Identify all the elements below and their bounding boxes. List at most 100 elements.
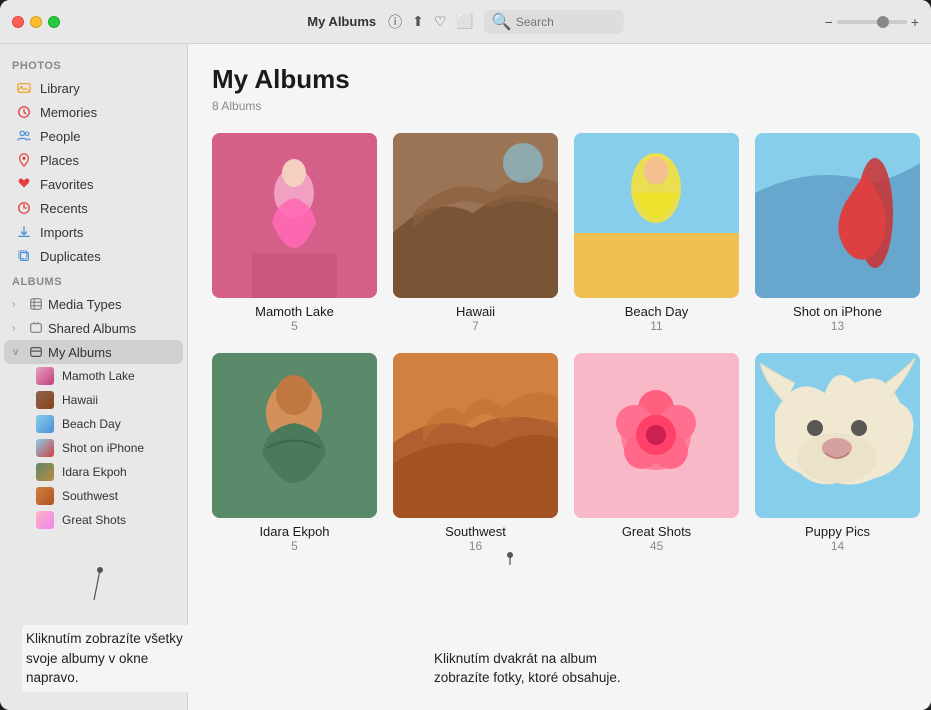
imports-icon [16,224,32,240]
chevron-right-icon: › [12,323,24,334]
sidebar-item-label: Imports [40,225,83,240]
album-count: 5 [291,539,298,553]
album-thumb-mamoth [212,133,377,298]
album-thumbnail-southwest [36,487,54,505]
album-count: 14 [831,539,844,553]
album-beach-day[interactable]: Beach Day 11 [574,133,739,333]
media-types-icon [28,296,44,312]
info-icon[interactable]: ⓘ [388,12,402,32]
sidebar-item-people[interactable]: People [4,124,183,148]
minimize-button[interactable] [30,16,42,28]
zoom-track[interactable] [837,20,907,24]
sidebar-subitem-hawaii[interactable]: Hawaii [4,388,183,412]
album-name: Idara Ekpoh [259,524,329,539]
album-name: Shot on iPhone [793,304,882,319]
sidebar-subitem-shot-on-iphone[interactable]: Shot on iPhone [4,436,183,460]
search-icon: 🔍 [492,12,512,32]
window-title: My Albums [307,14,376,29]
album-name: Great Shots [622,524,691,539]
sidebar-subitem-label: Southwest [62,489,118,503]
favorites-icon [16,176,32,192]
sidebar-item-recents[interactable]: Recents [4,196,183,220]
sidebar-item-label: People [40,129,80,144]
titlebar: − + My Albums ⓘ ⬆ ♡ ⬜ 🔍 [0,0,931,44]
search-input[interactable] [516,15,616,29]
people-icon [16,128,32,144]
sidebar-subitem-beach-day[interactable]: Beach Day [4,412,183,436]
chevron-right-icon: › [12,299,24,310]
sidebar-subitem-label: Shot on iPhone [62,441,144,455]
duplicates-icon [16,248,32,264]
album-thumb-hawaii [393,133,558,298]
zoom-in-button[interactable]: + [911,14,919,30]
albums-grid: Mamoth Lake 5 Hawaii [212,133,907,553]
album-southwest[interactable]: Southwest 16 [393,353,558,553]
sidebar-subitem-great-shots[interactable]: Great Shots [4,508,183,532]
sidebar-group-label: My Albums [48,345,112,360]
sidebar-subitem-southwest[interactable]: Southwest [4,484,183,508]
sidebar-item-label: Places [40,153,79,168]
sidebar-item-favorites[interactable]: Favorites [4,172,183,196]
close-button[interactable] [12,16,24,28]
photos-section-label: Photos [0,52,187,76]
album-thumb-idara [212,353,377,518]
album-great-shots[interactable]: Great Shots 45 [574,353,739,553]
sidebar-subitem-label: Hawaii [62,393,98,407]
album-mamoth-lake[interactable]: Mamoth Lake 5 [212,133,377,333]
sidebar-item-label: Duplicates [40,249,101,264]
sidebar-item-label: Library [40,81,80,96]
places-icon [16,152,32,168]
album-thumbnail-idara [36,463,54,481]
album-count: 7 [472,319,479,333]
sidebar-item-label: Memories [40,105,97,120]
crop-icon[interactable]: ⬜ [456,13,473,30]
album-thumb-southwest [393,353,558,518]
album-shot-on-iphone[interactable]: Shot on iPhone 13 [755,133,920,333]
sidebar-item-label: Recents [40,201,88,216]
recents-icon [16,200,32,216]
sidebar-subitem-idara-ekpoh[interactable]: Idara Ekpoh [4,460,183,484]
album-thumbnail-beach [36,415,54,433]
sidebar-group-label: Media Types [48,297,121,312]
album-thumbnail-iphone [36,439,54,457]
album-thumb-puppy [755,353,920,518]
zoom-slider-area: − + [825,14,919,30]
sidebar-item-memories[interactable]: Memories [4,100,183,124]
album-puppy-pics[interactable]: Puppy Pics 14 [755,353,920,553]
page-title: My Albums [212,64,907,95]
sidebar-item-duplicates[interactable]: Duplicates [4,244,183,268]
album-count: 11 [650,319,662,333]
album-thumb-beach [574,133,739,298]
sidebar-item-imports[interactable]: Imports [4,220,183,244]
share-icon[interactable]: ⬆ [412,13,424,30]
maximize-button[interactable] [48,16,60,28]
album-name: Mamoth Lake [255,304,334,319]
shared-albums-icon [28,320,44,336]
zoom-thumb[interactable] [877,16,889,28]
my-albums-icon [28,344,44,360]
sidebar-group-media-types[interactable]: › Media Types [4,292,183,316]
zoom-out-button[interactable]: − [825,14,833,30]
album-idara-ekpoh[interactable]: Idara Ekpoh 5 [212,353,377,553]
sidebar: Photos Library Memories [0,44,188,710]
sidebar-item-library[interactable]: Library [4,76,183,100]
main-content: Photos Library Memories [0,44,931,710]
sidebar-subitem-label: Beach Day [62,417,121,431]
search-bar[interactable]: 🔍 [484,10,624,34]
sidebar-item-places[interactable]: Places [4,148,183,172]
photo-icon [16,80,32,96]
sidebar-group-shared-albums[interactable]: › Shared Albums [4,316,183,340]
album-hawaii[interactable]: Hawaii 7 [393,133,558,333]
heart-icon[interactable]: ♡ [434,13,447,30]
traffic-lights [12,16,60,28]
albums-count: 8 Albums [212,99,907,113]
album-thumb-greatshots [574,353,739,518]
albums-section-label: Albums [0,268,187,292]
titlebar-actions: ⓘ ⬆ ♡ ⬜ 🔍 [388,10,624,34]
chevron-down-icon: ∨ [12,347,24,358]
album-thumbnail-hawaii [36,391,54,409]
album-thumbnail-mamoth [36,367,54,385]
sidebar-subitem-mamoth-lake[interactable]: Mamoth Lake [4,364,183,388]
sidebar-group-my-albums[interactable]: ∨ My Albums [4,340,183,364]
sidebar-subitem-label: Mamoth Lake [62,369,135,383]
